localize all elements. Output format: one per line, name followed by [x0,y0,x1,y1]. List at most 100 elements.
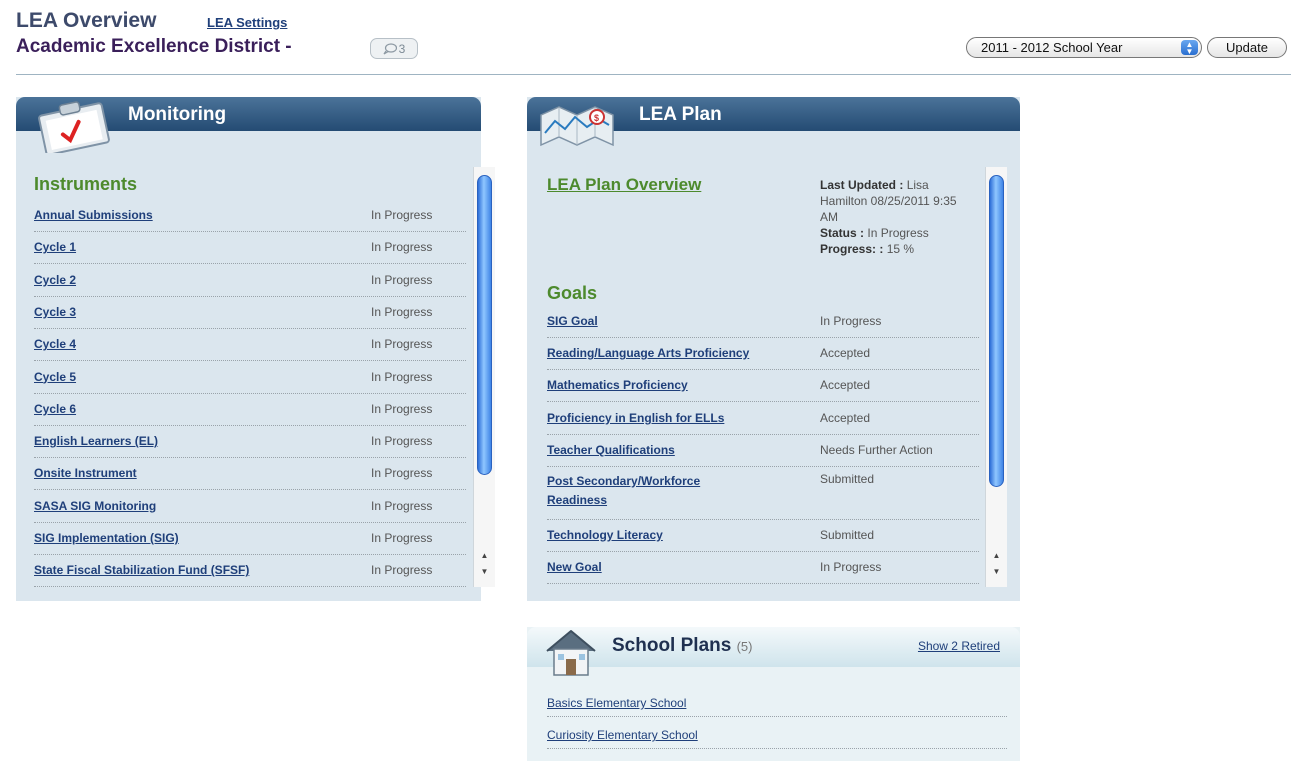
goal-row: Reading/Language Arts Proficiency Accepte… [547,338,979,370]
show-retired-link[interactable]: Show 2 Retired [918,639,1000,653]
instrument-row-link[interactable]: Cycle 1 [34,240,76,254]
instrument-row-link[interactable]: English Learners (EL) [34,434,158,448]
monitoring-title: Monitoring [128,104,227,125]
school-plans-label: School Plans [612,635,732,656]
page-title: LEA Overview [16,9,157,32]
instrument-row: SASA SIG Monitoring In Progress [34,491,466,523]
goal-row-link[interactable]: New Goal [547,560,602,574]
goal-row-status: Accepted [820,346,871,360]
goal-row: Proficiency in English for ELLs Accepted [547,403,979,435]
goal-row-status: Needs Further Action [820,443,933,457]
lea-plan-panel: $ LEA Plan LEA Plan Overview Last Update… [527,97,1020,601]
school-plans-title: School Plans (5) [612,635,752,657]
clipboard-icon [38,101,110,153]
map-icon: $ [540,106,614,147]
instrument-row: Cycle 4 In Progress [34,329,466,362]
last-updated-label: Last Updated : [820,178,904,192]
goal-row-status: Submitted [820,528,875,542]
instrument-row-link[interactable]: Annual Submissions [34,208,153,222]
instrument-row-link[interactable]: State Fiscal Stabilization Fund (SFSF) [34,563,249,577]
goal-row-link[interactable]: Proficiency in English for ELLs [547,411,724,425]
instrument-row-link[interactable]: Onsite Instrument [34,466,137,480]
goal-row: Post Secondary/Workforce Readiness Submit… [547,468,979,520]
goal-row-link[interactable]: Mathematics Proficiency [547,378,688,392]
instruments-heading: Instruments [34,174,138,194]
header-divider [16,74,1291,75]
district-name: Academic Excellence District - [16,36,292,57]
instrument-row-status: In Progress [371,531,433,545]
instrument-row: Annual Submissions In Progress [34,200,466,232]
school-year-select[interactable]: 2011 - 2012 School Year ▲ ▼ [966,37,1202,58]
instrument-row-status: In Progress [371,240,433,255]
instrument-row: English Learners (EL) In Progress [34,426,466,459]
lea-plan-meta: Last Updated : Lisa Hamilton 08/25/2011 … [820,177,970,257]
status-label: Status : [820,226,865,240]
goal-row-status: In Progress [820,560,882,574]
goal-row-link[interactable]: Post Secondary/Workforce Readiness [547,472,747,510]
goal-row-link[interactable]: Reading/Language Arts Proficiency [547,346,749,360]
instrument-row-status: In Progress [371,304,433,319]
instrument-row-status: In Progress [371,369,433,384]
instrument-row: Cycle 1 In Progress [34,232,466,265]
school-plan-link[interactable]: Curiosity Elementary School [547,728,698,742]
select-arrows-icon: ▲ ▼ [1181,40,1198,55]
school-plans-count: (5) [736,639,753,654]
house-icon [546,630,596,676]
monitoring-panel: Monitoring Instruments Annual Submission… [16,97,495,601]
goal-row: SIG Goal In Progress [547,306,979,338]
instrument-row-link[interactable]: SIG Implementation (SIG) [34,531,179,545]
instrument-row-link[interactable]: Cycle 2 [34,273,76,287]
comments-count: 3 [398,41,406,56]
instrument-row: State Fiscal Stabilization Fund (SFSF) In… [34,555,466,588]
instrument-row-link[interactable]: Cycle 3 [34,305,76,319]
goal-row-link[interactable]: SIG Goal [547,314,598,328]
instrument-row-status: In Progress [371,434,433,449]
goal-row: New Goal In Progress [547,552,979,584]
goals-heading: Goals [547,283,598,303]
lea-settings-link[interactable]: LEA Settings [207,15,287,30]
instrument-row-status: In Progress [371,466,433,481]
lea-plan-title: LEA Plan [639,104,722,125]
instrument-row-link[interactable]: SASA SIG Monitoring [34,499,156,513]
school-plan-link[interactable]: Basics Elementary School [547,696,686,710]
speech-bubble-icon [383,42,397,55]
instrument-row-link[interactable]: Cycle 6 [34,402,76,416]
instrument-row-link[interactable]: Cycle 5 [34,370,76,384]
svg-text:$: $ [594,113,599,123]
lea-plan-scroll-thumb[interactable] [989,175,1004,487]
goal-row-status: Accepted [820,378,871,392]
comments-button[interactable]: 3 [370,38,418,59]
instrument-row-status: In Progress [371,208,433,222]
instrument-row: Cycle 5 In Progress [34,362,466,394]
school-plans-panel: School Plans (5) Show 2 Retired Basics E… [527,627,1020,761]
status-value: In Progress [867,226,929,240]
update-button[interactable]: Update [1207,37,1287,58]
scroll-up-icon[interactable]: ▲ [474,549,495,563]
lea-plan-overview-link[interactable]: LEA Plan Overview [547,175,701,195]
monitoring-scroll-thumb[interactable] [477,175,492,475]
instrument-row-status: In Progress [371,337,433,352]
goal-row: Mathematics Proficiency Accepted [547,370,979,402]
school-plan-row: Curiosity Elementary School [547,717,1007,749]
monitoring-scrollbar[interactable]: ▲ ▼ [473,167,495,587]
scroll-down-icon[interactable]: ▼ [474,565,495,579]
goal-row-status: Accepted [820,411,871,425]
goal-row: Teacher Qualifications Needs Further Acti… [547,435,979,467]
school-year-value: 2011 - 2012 School Year [981,40,1123,55]
progress-value: 15 % [886,242,915,256]
progress-label: Progress: : [820,242,884,256]
goal-row-link[interactable]: Technology Literacy [547,528,663,542]
instrument-row-link[interactable]: Cycle 4 [34,337,76,351]
goal-row: Technology Literacy Submitted [547,520,979,552]
school-plan-row: Basics Elementary School [547,685,1007,717]
instrument-row: Onsite Instrument In Progress [34,458,466,491]
instrument-row-status: In Progress [371,272,433,287]
instrument-row-status: In Progress [371,498,433,513]
goal-row-status: In Progress [820,314,882,328]
scroll-up-icon[interactable]: ▲ [986,549,1007,563]
scroll-down-icon[interactable]: ▼ [986,565,1007,579]
instrument-row: Cycle 3 In Progress [34,297,466,329]
instrument-row: Cycle 6 In Progress [34,394,466,426]
goal-row-link[interactable]: Teacher Qualifications [547,443,675,457]
lea-plan-scrollbar[interactable]: ▲ ▼ [985,167,1007,587]
